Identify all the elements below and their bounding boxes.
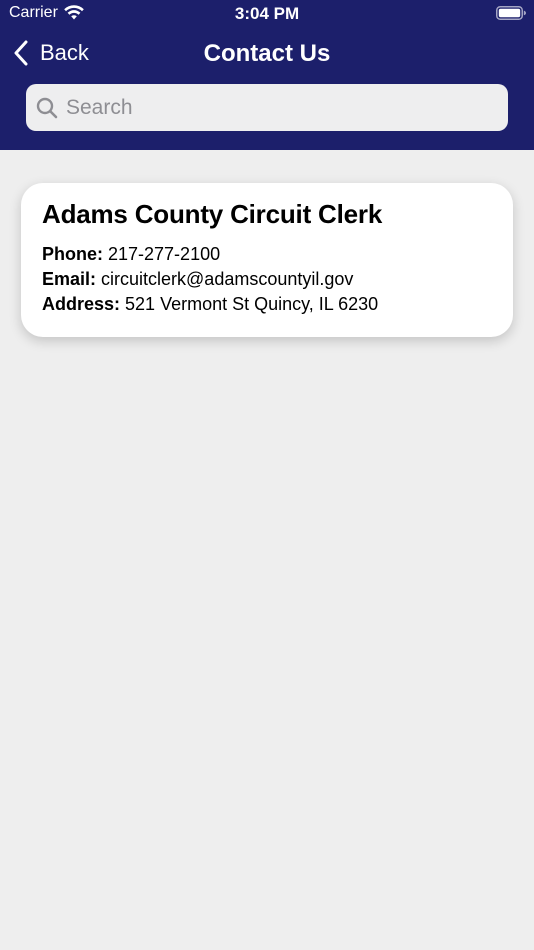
status-time: 3:04 PM — [234, 4, 300, 23]
status-bar: Carrier 3:04 PM — [0, 0, 534, 28]
search-bar[interactable] — [26, 84, 508, 131]
contact-name: Adams County Circuit Clerk — [42, 199, 383, 229]
email-label: Email: — [42, 269, 102, 289]
search-input[interactable] — [66, 95, 486, 120]
address-label: Address: — [42, 294, 126, 314]
contact-card[interactable]: Adams County Circuit Clerk Phone: 217-27… — [21, 183, 513, 337]
contact-address-row: Address: 521 Vermont St Quincy, IL 6230 — [42, 292, 492, 317]
phone-label: Phone: — [42, 244, 108, 264]
address-value: 521 Vermont St Quincy, IL 6230 — [125, 294, 379, 314]
contact-email-row: Email: circuitclerk@adamscountyil.gov — [42, 267, 492, 292]
battery-icon — [496, 6, 526, 20]
phone-value: 217-277-2100 — [108, 244, 221, 264]
header: Carrier 3:04 PM Back Contact Us Search — [0, 0, 534, 150]
contact-phone-row: Phone: 217-277-2100 — [42, 242, 492, 267]
page-title: Contact Us — [203, 40, 331, 67]
search-icon — [36, 97, 58, 119]
nav-bar: Back Contact Us — [0, 30, 534, 78]
email-value: circuitclerk@adamscountyil.gov — [101, 269, 354, 289]
